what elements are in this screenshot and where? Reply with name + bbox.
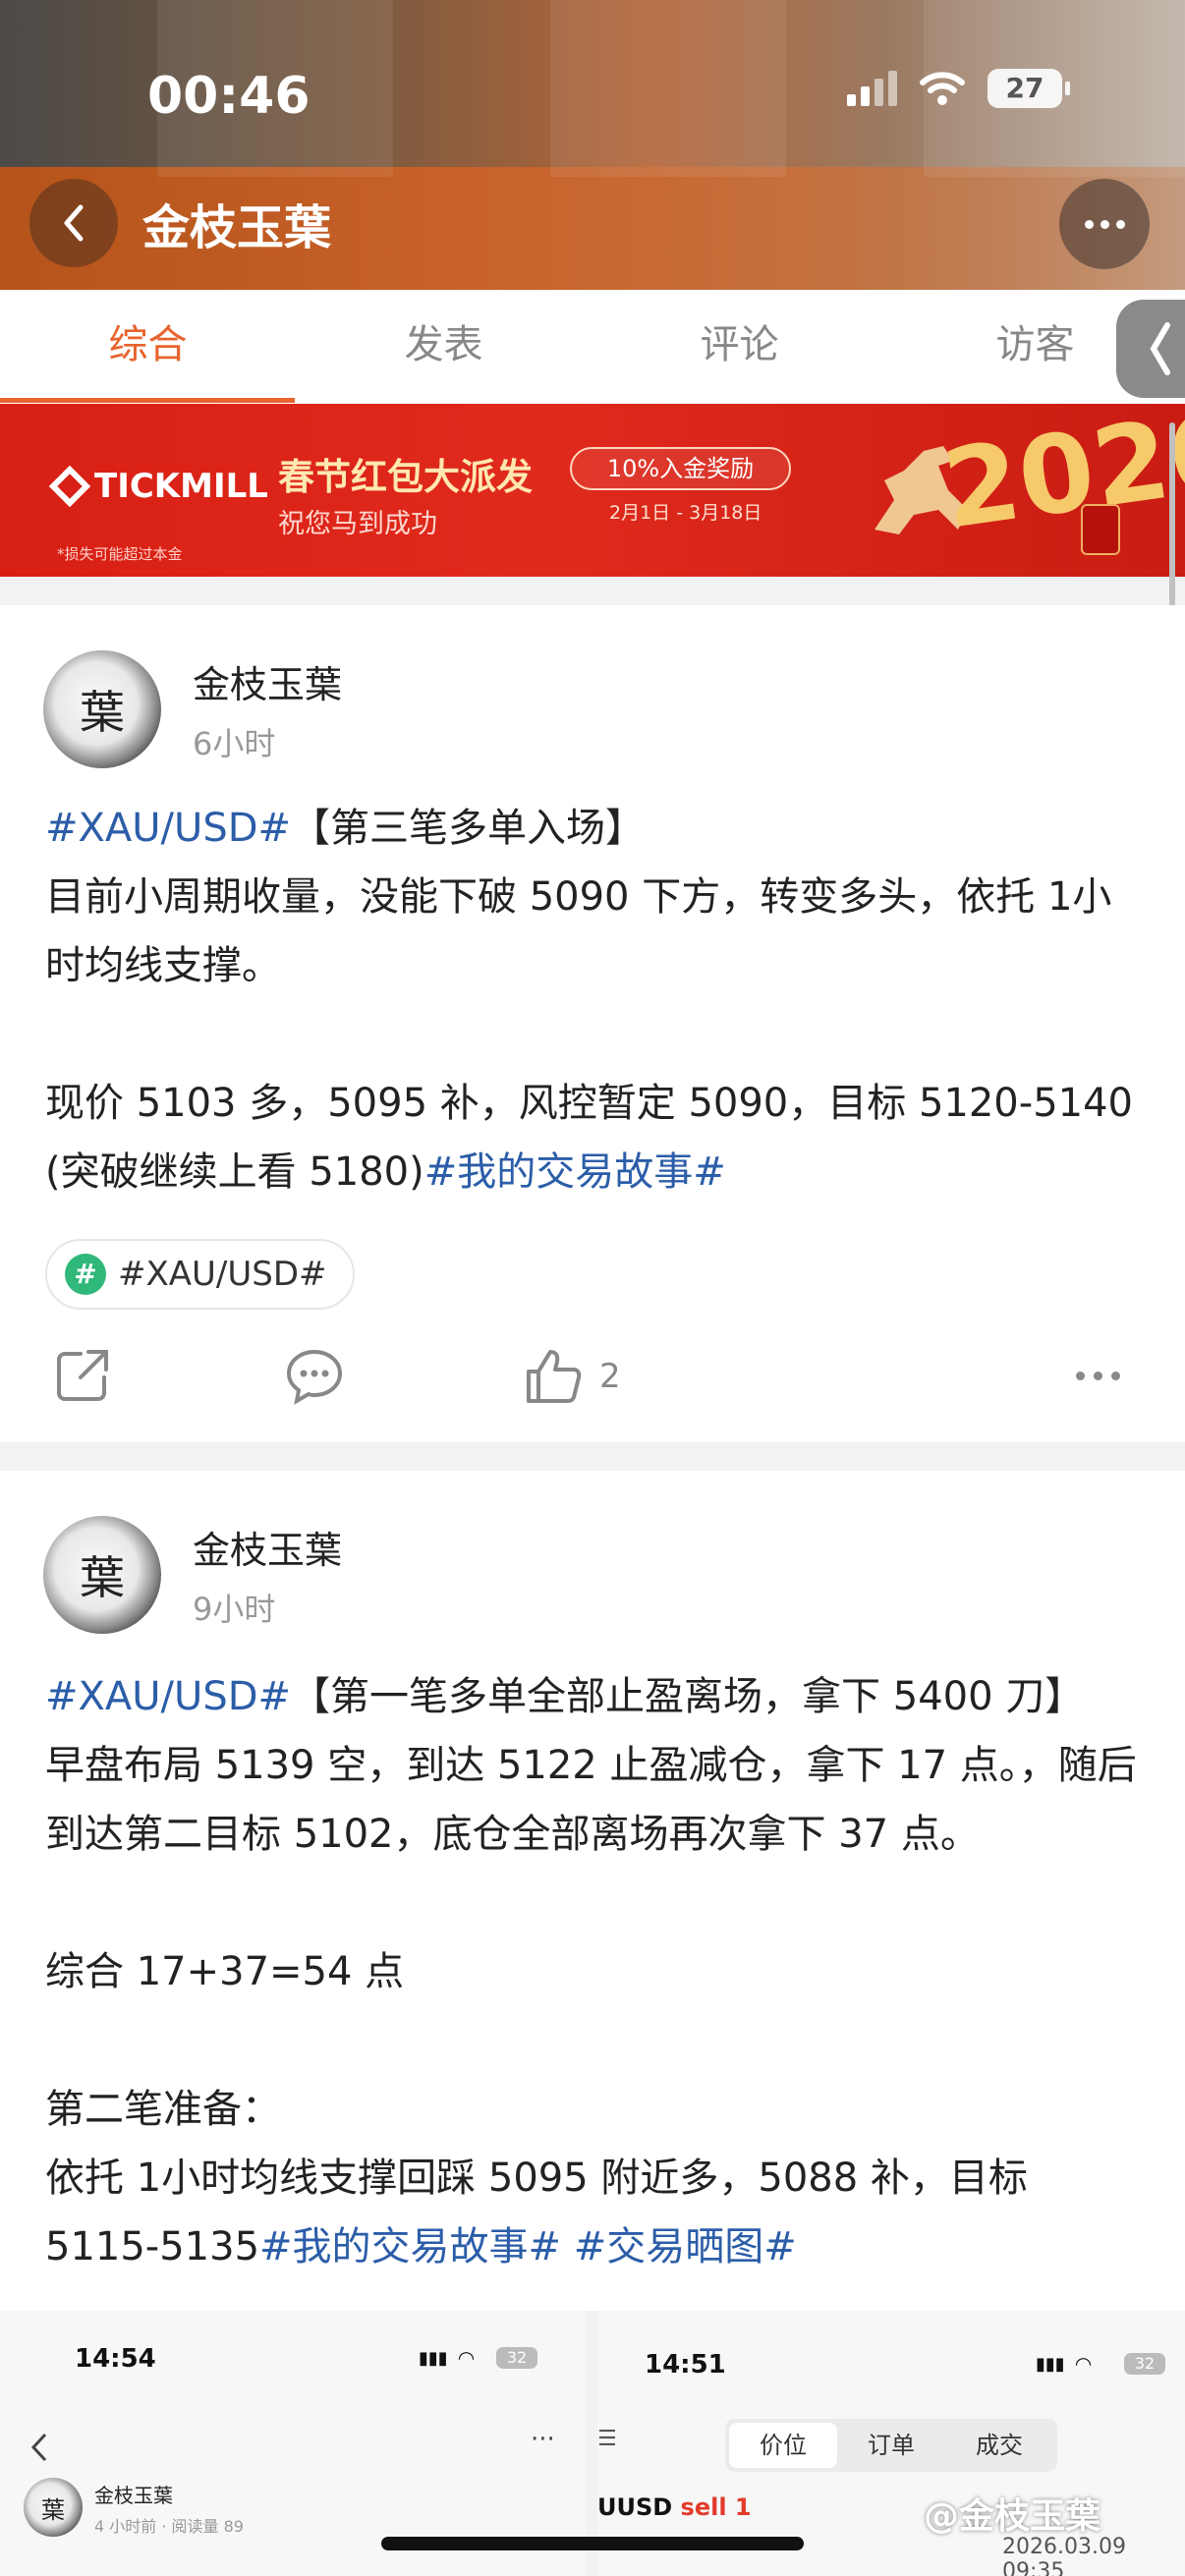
post-more-button[interactable]	[1076, 1372, 1120, 1380]
side-drawer-handle[interactable]	[1116, 300, 1185, 398]
segment-price[interactable]: 价位	[729, 2423, 837, 2468]
promo-banner[interactable]: TICKMILL 春节红包大派发 祝您马到成功 10%入金奖励 2月1日 - 3…	[0, 404, 1185, 577]
more-dot	[1084, 219, 1094, 229]
page-title: 金枝玉葉	[142, 200, 332, 255]
post-body: #XAU/USD#【第三笔多单入场】 目前小周期收量，没能下破 5090 下方，…	[45, 794, 1146, 1206]
post-heading: 【第三笔多单入场】	[291, 806, 646, 851]
hashtag-link[interactable]: #XAU/USD#	[45, 1674, 291, 1719]
banner-brand-logo: TICKMILL	[48, 465, 268, 508]
wifi-icon: ◠	[1074, 2352, 1093, 2376]
thumb-battery: 32	[496, 2347, 537, 2369]
status-icons: 27	[847, 69, 1070, 108]
tab-comments[interactable]: 评论	[592, 290, 887, 404]
avatar[interactable]: 葉	[43, 650, 161, 768]
banner-year: 2026	[935, 404, 1185, 553]
chevron-left-icon	[30, 2433, 47, 2462]
avatar: 葉	[24, 2478, 83, 2537]
battery-indicator: 27	[988, 69, 1070, 108]
home-indicator[interactable]	[381, 2537, 804, 2550]
screenshot-timestamp: 2026.03.09 09:35	[1002, 2535, 1126, 2576]
banner-brand: TICKMILL	[94, 467, 268, 506]
thumb-pair: UUSD sell 1	[597, 2493, 752, 2521]
share-icon	[57, 1350, 108, 1401]
watermark: @金枝玉葉	[924, 2496, 1101, 2537]
thumb-sell: sell 1	[680, 2493, 752, 2521]
chevron-left-icon	[64, 204, 84, 242]
share-button[interactable]	[53, 1346, 112, 1405]
more-dot	[1111, 1372, 1120, 1380]
header-photo	[550, 0, 786, 177]
post-paragraph: 综合 17+37=54 点	[45, 1949, 405, 1994]
thumb-pair-label: UUSD	[597, 2493, 673, 2521]
more-dot	[1094, 1372, 1102, 1380]
segment-orders[interactable]: 订单	[837, 2423, 945, 2468]
signal-icon: ▮▮▮	[419, 2347, 448, 2369]
comment-icon	[286, 1349, 343, 1405]
post-time: 9小时	[193, 1591, 276, 1628]
chevron-left-icon	[1150, 322, 1170, 375]
thumbs-up-icon	[527, 1350, 582, 1403]
comment-button[interactable]	[285, 1346, 344, 1405]
banner-date-range: 2月1日 - 3月18日	[609, 502, 762, 524]
red-envelope-icon	[1081, 504, 1120, 555]
more-dot	[1115, 219, 1125, 229]
hashtag-link[interactable]: #XAU/USD#	[45, 806, 291, 851]
profile-header: 00:46 27 金枝玉葉	[0, 0, 1185, 290]
post-author[interactable]: 金枝玉葉	[193, 1520, 342, 1574]
tab-overview[interactable]: 综合	[0, 290, 296, 404]
like-count: 2	[599, 1357, 621, 1396]
post-time: 6小时	[193, 725, 276, 762]
post-heading: 【第一笔多单全部止盈离场，拿下 5400 刀】	[291, 1674, 1085, 1719]
menu-icon: ☰	[597, 2427, 617, 2451]
hashtag-link[interactable]: #我的交易故事#	[424, 1149, 726, 1195]
active-tab-indicator	[0, 398, 295, 403]
status-time: 00:46	[147, 67, 310, 126]
topic-chip-label: #XAU/USD#	[118, 1255, 327, 1294]
banner-subline: 祝您马到成功	[278, 509, 437, 539]
post-author[interactable]: 金枝玉葉	[193, 654, 342, 708]
post-actions: 2	[0, 1336, 1185, 1415]
more-dot	[1100, 219, 1109, 229]
avatar[interactable]: 葉	[43, 1516, 161, 1634]
signal-icon	[847, 71, 897, 106]
tickmill-logo-icon	[48, 465, 91, 508]
thumb-meta: 4 小时前 · 阅读量 89	[94, 2517, 244, 2536]
more-options-button[interactable]	[1059, 179, 1150, 269]
tab-bar: 综合 发表 评论 访客	[0, 290, 1185, 404]
segment-control: 价位 订单 成交	[725, 2419, 1057, 2472]
back-button[interactable]	[29, 179, 118, 267]
thumb-status-icons: ▮▮▮ ◠	[1036, 2352, 1092, 2376]
thumb-time: 14:54	[75, 2344, 156, 2374]
like-button[interactable]: 2	[523, 1346, 621, 1407]
tab-posts[interactable]: 发表	[296, 290, 592, 404]
hashtag-icon: #	[65, 1254, 106, 1295]
thumb-status-icons: ▮▮▮ ◠	[419, 2346, 475, 2370]
thumb-time: 14:51	[645, 2350, 726, 2380]
more-dot	[1076, 1372, 1085, 1380]
segment-trades[interactable]: 成交	[945, 2423, 1053, 2468]
post-body: #XAU/USD#【第一笔多单全部止盈离场，拿下 5400 刀】 早盘布局 51…	[45, 1662, 1146, 2281]
thumb-author: 金枝玉葉	[94, 2484, 173, 2507]
banner-headline: 春节红包大派发	[278, 456, 533, 498]
banner-pill: 10%入金奖励	[570, 447, 791, 490]
topic-chip[interactable]: # #XAU/USD#	[45, 1239, 355, 1310]
banner-risk-note: *损失可能超过本金	[57, 545, 183, 563]
post-paragraph: 早盘布局 5139 空，到达 5122 止盈减仓，拿下 17 点。，随后到达第二…	[45, 1743, 1137, 1857]
signal-icon: ▮▮▮	[1036, 2353, 1065, 2375]
wifi-icon: ◠	[457, 2346, 476, 2370]
post-paragraph: 第二笔准备：	[45, 2087, 281, 2132]
more-icon: ···	[531, 2425, 555, 2454]
post-paragraph: 目前小周期收量，没能下破 5090 下方，转变多头，依托 1小时均线支撑。	[45, 874, 1112, 988]
hashtag-link[interactable]: #交易晒图#	[574, 2224, 797, 2269]
hashtag-link[interactable]: #我的交易故事#	[259, 2224, 561, 2269]
screen: 00:46 27 金枝玉葉 综合 发表 评论 访客 TICKMILL 春节红包大…	[0, 0, 1185, 2576]
thumb-battery: 32	[1124, 2353, 1165, 2375]
wifi-icon	[920, 72, 965, 105]
